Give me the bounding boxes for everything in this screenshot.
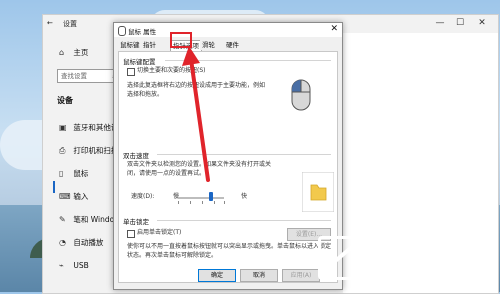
ok-button[interactable]: 确定 bbox=[198, 269, 236, 282]
group-title: 设备 bbox=[57, 96, 73, 105]
mouse-icon bbox=[118, 26, 126, 36]
button-config-title: 鼠标键配置 bbox=[123, 58, 156, 66]
slider-tick bbox=[178, 201, 179, 204]
double-click-title: 双击速度 bbox=[123, 152, 149, 160]
tab-pane: 鼠标键配置 切换主要和次要的按钮(S) 选择此复选框将右边的按钮设成用于主要功能… bbox=[118, 51, 338, 283]
tab-buttons[interactable]: 鼠标键 bbox=[118, 40, 142, 50]
nav-item-usb[interactable]: ⌁ USB bbox=[59, 259, 89, 273]
slider-tick bbox=[202, 201, 203, 204]
watermark-brand: 爱纯净 bbox=[368, 238, 452, 266]
slider-tick bbox=[224, 201, 225, 204]
active-indicator bbox=[53, 181, 55, 193]
settings-search-input[interactable]: 查找设置 ⌕ bbox=[57, 69, 120, 83]
dialog-titlebar: 鼠标 属性 ✕ bbox=[114, 23, 342, 37]
nav-label: USB bbox=[73, 261, 89, 270]
nav-item-input[interactable]: ⌨ 输入 bbox=[59, 190, 88, 204]
mouse-icon: ▯ bbox=[59, 169, 64, 178]
nav-label: 主页 bbox=[73, 48, 89, 57]
keyboard-icon: ⌨ bbox=[59, 192, 71, 201]
nav-label: 鼠标 bbox=[73, 169, 89, 178]
home-icon: ⌂ bbox=[59, 48, 65, 57]
watermark-url: aichunjing.com bbox=[370, 268, 456, 279]
mouse-illustration-icon bbox=[291, 79, 311, 111]
usb-icon: ⌁ bbox=[59, 261, 64, 270]
apply-button[interactable]: 应用(A) bbox=[282, 269, 320, 282]
printer-icon: ⎙ bbox=[59, 146, 66, 155]
annotation-arrow-icon bbox=[182, 46, 210, 182]
close-button[interactable]: ✕ bbox=[475, 17, 489, 29]
test-folder-icon[interactable] bbox=[302, 172, 334, 212]
click-lock-title: 单击锁定 bbox=[123, 218, 149, 226]
cancel-button[interactable]: 取消 bbox=[240, 269, 278, 282]
tab-pointers[interactable]: 指针 bbox=[141, 40, 158, 50]
double-click-speed-track[interactable] bbox=[178, 197, 224, 199]
double-click-speed-slider-thumb[interactable] bbox=[209, 192, 214, 201]
tab-hardware[interactable]: 硬件 bbox=[224, 40, 241, 50]
speed-fast-label: 快 bbox=[241, 193, 248, 200]
search-placeholder: 查找设置 bbox=[61, 72, 87, 80]
nav-item-mouse[interactable]: ▯ 鼠标 bbox=[59, 167, 88, 181]
click-lock-description: 使你可以不用一直按着鼠标按钮就可以突出显示或拖曳。单击鼠标以进入锁定状态。再次单… bbox=[127, 243, 332, 259]
slider-tick bbox=[190, 201, 191, 204]
slider-tick bbox=[214, 201, 215, 204]
back-arrow-icon[interactable]: ← bbox=[47, 19, 53, 27]
nav-label: 自动播放 bbox=[73, 238, 104, 247]
nav-item-autoplay[interactable]: ◔ 自动播放 bbox=[59, 236, 103, 250]
divider bbox=[157, 220, 331, 221]
pen-icon: ✎ bbox=[59, 215, 66, 224]
maximize-button[interactable]: ☐ bbox=[453, 17, 467, 29]
nav-label: 输入 bbox=[73, 192, 89, 201]
click-lock-checkbox[interactable] bbox=[127, 230, 135, 238]
click-lock-label: 启用单击锁定(T) bbox=[137, 229, 182, 236]
switch-buttons-checkbox[interactable] bbox=[127, 68, 135, 76]
autoplay-icon: ◔ bbox=[59, 238, 66, 247]
mouse-properties-dialog: 鼠标 属性 ✕ 鼠标键 指针 指针选项 滑轮 硬件 鼠标键配置 切换主要和次要的… bbox=[113, 22, 343, 290]
bluetooth-icon: ▣ bbox=[59, 123, 67, 132]
nav-item-home[interactable]: ⌂ 主页 bbox=[59, 46, 88, 60]
watermark: 爱纯净 aichunjing.com bbox=[318, 232, 488, 290]
settings-title: 设置 bbox=[63, 20, 77, 28]
dialog-title: 鼠标 属性 bbox=[128, 28, 157, 36]
watermark-logo-icon bbox=[318, 236, 362, 280]
dialog-close-icon[interactable]: ✕ bbox=[330, 24, 338, 34]
minimize-button[interactable]: — bbox=[433, 17, 447, 29]
speed-label: 速度(D): bbox=[131, 193, 155, 200]
